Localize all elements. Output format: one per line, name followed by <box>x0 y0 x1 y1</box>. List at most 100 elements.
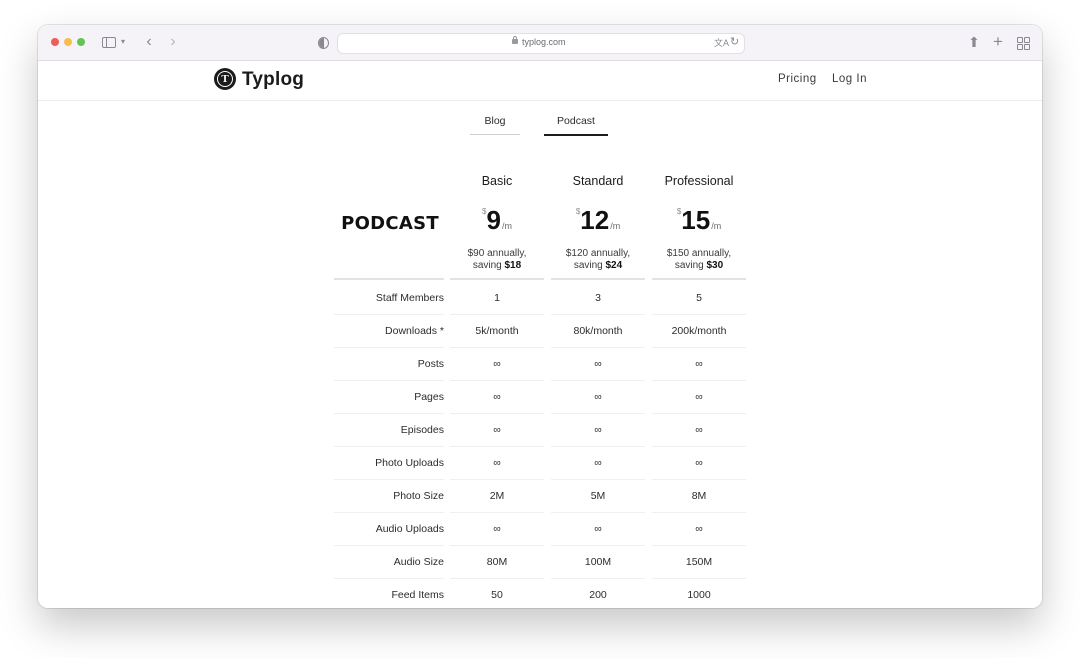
feature-value-basic: 50 <box>491 589 503 601</box>
price-period: /m <box>501 221 512 231</box>
feature-value-standard: 3 <box>595 292 601 304</box>
section-title: PODCAST <box>341 213 439 234</box>
feature-label: Downloads * <box>385 325 444 337</box>
browser-toolbar: ▾ ‹ › typlog.com 文A ↻ ⬆︎ + <box>38 25 1042 61</box>
nav-login-link[interactable]: Log In <box>832 73 867 85</box>
divider <box>551 278 645 280</box>
saving-amount: $18 <box>504 260 522 271</box>
browser-window: ▾ ‹ › typlog.com 文A ↻ ⬆︎ + T Typlog Pric… <box>38 25 1042 608</box>
tab-overview-icon[interactable] <box>1016 33 1030 51</box>
site-header: T Typlog Pricing Log In <box>38 61 1042 101</box>
feature-value-basic: ∞ <box>493 457 501 469</box>
sidebar-toggle-icon[interactable] <box>101 33 117 51</box>
feature-value-professional: ∞ <box>695 424 703 436</box>
currency-symbol: $ <box>482 207 487 216</box>
tab-blog[interactable]: Blog <box>470 115 520 135</box>
saving-prefix: saving <box>674 260 707 271</box>
feature-value-basic: ∞ <box>493 424 501 436</box>
price-amount: 9 <box>486 205 501 235</box>
divider <box>652 278 746 280</box>
feature-value-basic: ∞ <box>493 358 501 370</box>
annual-text: $90 annually, <box>467 248 527 259</box>
nav-pricing-link[interactable]: Pricing <box>778 73 817 85</box>
annual-price-basic: $90 annually, saving $18 <box>450 248 544 272</box>
address-url[interactable]: typlog.com <box>522 37 566 47</box>
share-icon[interactable]: ⬆︎ <box>967 33 981 51</box>
feature-label: Audio Size <box>393 556 444 568</box>
reload-icon[interactable]: ↻ <box>730 35 739 48</box>
price-professional: $15/m <box>652 205 746 236</box>
feature-value-standard: 80k/month <box>573 325 623 337</box>
feature-label: Episodes <box>400 424 444 436</box>
annual-text: $150 annually, <box>666 248 732 259</box>
chevron-down-icon[interactable]: ▾ <box>119 33 127 51</box>
feature-row: Staff Members 1 3 5 <box>334 282 748 315</box>
feature-value-professional: 5 <box>696 292 702 304</box>
saving-prefix: saving <box>472 260 505 271</box>
feature-value-standard: ∞ <box>594 523 602 535</box>
feature-value-standard: ∞ <box>594 391 602 403</box>
annual-price-professional: $150 annually, saving $30 <box>652 248 746 272</box>
feature-label: Feed Items <box>391 589 444 601</box>
feature-label: Audio Uploads <box>375 523 444 535</box>
feature-value-professional: ∞ <box>695 358 703 370</box>
feature-value-basic: 80M <box>486 556 508 568</box>
feature-row: Audio Uploads ∞ ∞ ∞ <box>334 513 748 546</box>
feature-row: Photo Uploads ∞ ∞ ∞ <box>334 447 748 480</box>
price-standard: $12/m <box>551 205 645 236</box>
address-bar[interactable]: typlog.com 文A ↻ <box>337 33 745 54</box>
feature-value-professional: 200k/month <box>671 325 727 337</box>
feature-row: Posts ∞ ∞ ∞ <box>334 348 748 381</box>
feature-value-standard: 5M <box>590 490 606 502</box>
price-period: /m <box>610 221 621 231</box>
new-tab-plus-icon[interactable]: + <box>991 33 1005 51</box>
feature-row: Episodes ∞ ∞ ∞ <box>334 414 748 447</box>
back-arrow-icon[interactable]: ‹ <box>142 33 156 51</box>
feature-row: Photo Size 2M 5M 8M <box>334 480 748 513</box>
feature-label: Photo Uploads <box>375 457 444 469</box>
feature-row: Pages ∞ ∞ ∞ <box>334 381 748 414</box>
price-amount: 15 <box>681 205 711 235</box>
divider <box>450 278 544 280</box>
close-window-button[interactable] <box>51 38 59 46</box>
minimize-window-button[interactable] <box>64 38 72 46</box>
plan-name-basic: Basic <box>481 174 513 188</box>
feature-value-standard: ∞ <box>594 358 602 370</box>
feature-value-professional: 1000 <box>687 589 711 601</box>
tab-podcast[interactable]: Podcast <box>544 115 608 136</box>
feature-value-standard: 100M <box>584 556 612 568</box>
feature-value-professional: 8M <box>691 490 707 502</box>
feature-label: Staff Members <box>375 292 444 304</box>
feature-value-basic: ∞ <box>493 523 501 535</box>
feature-row: Downloads * 5k/month 80k/month 200k/mont… <box>334 315 748 348</box>
feature-row: Feed Items 50 200 1000 <box>334 579 748 608</box>
feature-label: Photo Size <box>393 490 444 502</box>
feature-label: Pages <box>414 391 444 403</box>
price-basic: $9/m <box>450 205 544 236</box>
feature-value-basic: ∞ <box>493 391 501 403</box>
feature-value-standard: ∞ <box>594 424 602 436</box>
feature-value-professional: 150M <box>685 556 713 568</box>
currency-symbol: $ <box>575 207 581 216</box>
feature-value-professional: ∞ <box>695 391 703 403</box>
translate-icon[interactable]: 文A <box>714 36 729 49</box>
typlog-logo-icon[interactable]: T <box>214 68 236 90</box>
feature-label: Posts <box>417 358 444 370</box>
pricing-page: Blog Podcast Basic Standard Professional… <box>38 101 1042 608</box>
feature-value-basic: 1 <box>494 292 500 304</box>
divider <box>334 278 444 280</box>
saving-amount: $30 <box>706 260 724 271</box>
privacy-shield-icon[interactable] <box>315 33 329 51</box>
logo-text[interactable]: Typlog <box>242 69 304 91</box>
feature-value-standard: ∞ <box>594 457 602 469</box>
zoom-window-button[interactable] <box>77 38 85 46</box>
lock-icon <box>512 36 518 44</box>
annual-price-standard: $120 annually, saving $24 <box>551 248 645 272</box>
currency-symbol: $ <box>676 207 682 216</box>
forward-arrow-icon[interactable]: › <box>166 33 180 51</box>
saving-prefix: saving <box>573 260 606 271</box>
feature-value-professional: ∞ <box>695 523 703 535</box>
feature-value-basic: 2M <box>489 490 505 502</box>
plan-name-standard: Standard <box>572 174 624 188</box>
feature-row: Audio Size 80M 100M 150M <box>334 546 748 579</box>
